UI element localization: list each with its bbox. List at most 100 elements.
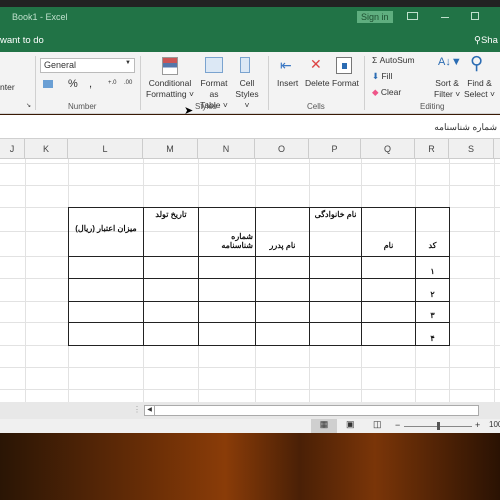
table-cell[interactable] (143, 256, 199, 279)
column-header-k[interactable]: K (25, 139, 68, 159)
table-cell[interactable] (361, 278, 416, 302)
column-header-m[interactable]: M (143, 139, 198, 159)
cell-label: Cell (239, 78, 255, 88)
table-cell[interactable] (255, 278, 310, 302)
table-cell[interactable] (198, 256, 256, 279)
table-cell[interactable] (68, 278, 144, 302)
table-cell[interactable] (255, 322, 310, 346)
horizontal-scrollbar[interactable]: ◀ (144, 405, 479, 416)
fill-button[interactable]: ⬇ Fill (372, 71, 392, 82)
person-icon: ⚲ (474, 35, 481, 46)
zoom-level[interactable]: 100 (489, 420, 500, 429)
clear-label: Clear (380, 87, 402, 97)
percent-button[interactable]: % (68, 79, 78, 90)
column-header-j[interactable]: J (0, 139, 25, 159)
column-header-r[interactable]: R (415, 139, 449, 159)
ribbon-display-icon[interactable] (407, 12, 418, 20)
table-cell[interactable] (68, 322, 144, 346)
sort-label: Sort & (435, 78, 459, 88)
format-button[interactable]: Format (332, 78, 359, 89)
table-cell[interactable] (309, 278, 362, 302)
table-cell[interactable] (361, 301, 416, 323)
find-label: Find & (467, 78, 492, 88)
ribbon: nter ↘ General ▼ % , +.0 .00 Number Condi… (0, 52, 500, 117)
table-cell[interactable] (143, 322, 199, 346)
table-cell[interactable] (361, 322, 416, 346)
table-cell[interactable] (361, 256, 416, 279)
magnifier-icon: ⚲ (470, 53, 484, 73)
decrease-decimal-icon[interactable]: .00 (124, 80, 132, 86)
conditional-formatting-button[interactable]: Conditional Formatting ˅ (146, 78, 194, 100)
table-cell[interactable] (143, 278, 199, 302)
zoom-slider[interactable] (404, 422, 472, 430)
zoom-out-button[interactable]: − (395, 420, 400, 430)
worksheet-grid[interactable]: میزان اعتبار (ریال) تاریخ تولد شماره شنا… (0, 159, 500, 402)
column-header-s[interactable]: S (449, 139, 494, 159)
formatting-label: Formatting (146, 89, 187, 99)
dialog-launcher-icon[interactable]: ↘ (26, 102, 31, 109)
table-cell[interactable] (198, 301, 256, 323)
comma-button[interactable]: , (89, 79, 92, 90)
scroll-left-arrow-icon[interactable]: ◀ (145, 406, 155, 415)
table-row: ۲ (68, 278, 450, 302)
accounting-format-icon[interactable] (43, 80, 53, 88)
column-header-n[interactable]: N (198, 139, 255, 159)
horizontal-scroll-area: ⋮ ◀ (0, 402, 500, 419)
table-cell[interactable] (255, 256, 310, 279)
code-cell[interactable]: ۳ (415, 301, 450, 323)
sort-filter-button[interactable]: Sort & Filter ˅ (434, 78, 460, 100)
header-id-number[interactable]: شماره شناسنامه (198, 207, 256, 257)
autosum-button[interactable]: Σ AutoSum (372, 55, 415, 66)
table-row: ۱ (68, 256, 450, 279)
sign-in-button[interactable]: Sign in (357, 11, 393, 23)
merge-center-button[interactable]: nter (0, 82, 15, 93)
delete-button[interactable]: Delete (305, 78, 330, 89)
select-label: Select (464, 89, 488, 99)
formula-bar[interactable]: شماره شناسنامه (0, 115, 500, 139)
table-cell[interactable] (255, 301, 310, 323)
increase-decimal-icon[interactable]: +.0 (108, 80, 117, 86)
share-button[interactable]: ⚲Sha (474, 35, 498, 46)
table-cell[interactable] (68, 301, 144, 323)
find-select-button[interactable]: Find & Select ˅ (464, 78, 495, 100)
splitter-handle-icon[interactable]: ⋮ (133, 405, 141, 414)
code-cell[interactable]: ۴ (415, 322, 450, 346)
header-father-name[interactable]: نام پدرر (255, 207, 310, 257)
minimize-icon[interactable] (441, 17, 449, 18)
header-birth-date[interactable]: تاریخ تولد (143, 207, 199, 257)
cells-group-label: Cells (307, 102, 325, 111)
clear-button[interactable]: ◆ Clear (372, 87, 401, 98)
header-code[interactable]: کد (415, 207, 450, 257)
table-header-row: میزان اعتبار (ریال) تاریخ تولد شماره شنا… (68, 207, 450, 257)
normal-view-icon[interactable]: ▦ (311, 419, 337, 433)
tell-me-bar: want to do ⚲Sha (0, 29, 500, 52)
column-header-q[interactable]: Q (361, 139, 415, 159)
code-cell[interactable]: ۲ (415, 278, 450, 302)
header-family-name[interactable]: نام خانوادگی (309, 207, 362, 257)
table-cell[interactable] (198, 322, 256, 346)
zoom-slider-thumb[interactable] (437, 422, 440, 430)
column-header-o[interactable]: O (255, 139, 309, 159)
cell-styles-icon (240, 57, 250, 73)
sigma-icon: Σ (372, 55, 380, 65)
column-header-l[interactable]: L (68, 139, 143, 159)
number-format-select[interactable]: General ▼ (40, 58, 135, 73)
header-first-name[interactable]: نام (361, 207, 416, 257)
table-cell[interactable] (198, 278, 256, 302)
code-cell[interactable]: ۱ (415, 256, 450, 279)
insert-button[interactable]: Insert (277, 78, 298, 89)
table-cell[interactable] (309, 301, 362, 323)
page-break-icon[interactable]: ◫ (373, 419, 382, 430)
column-header-p[interactable]: P (309, 139, 361, 159)
table-cell[interactable] (309, 256, 362, 279)
table-cell[interactable] (143, 301, 199, 323)
table-cell[interactable] (309, 322, 362, 346)
filter-label: Filter (434, 89, 453, 99)
page-layout-icon[interactable]: ▣ (346, 419, 355, 430)
cell-styles-button[interactable]: Cell Styles ˅ (232, 78, 262, 111)
header-credit-amount[interactable]: میزان اعتبار (ریال) (68, 207, 144, 257)
table-cell[interactable] (68, 256, 144, 279)
tell-me-input[interactable]: want to do (0, 35, 44, 46)
maximize-icon[interactable] (471, 12, 479, 20)
zoom-in-button[interactable]: + (475, 420, 480, 430)
